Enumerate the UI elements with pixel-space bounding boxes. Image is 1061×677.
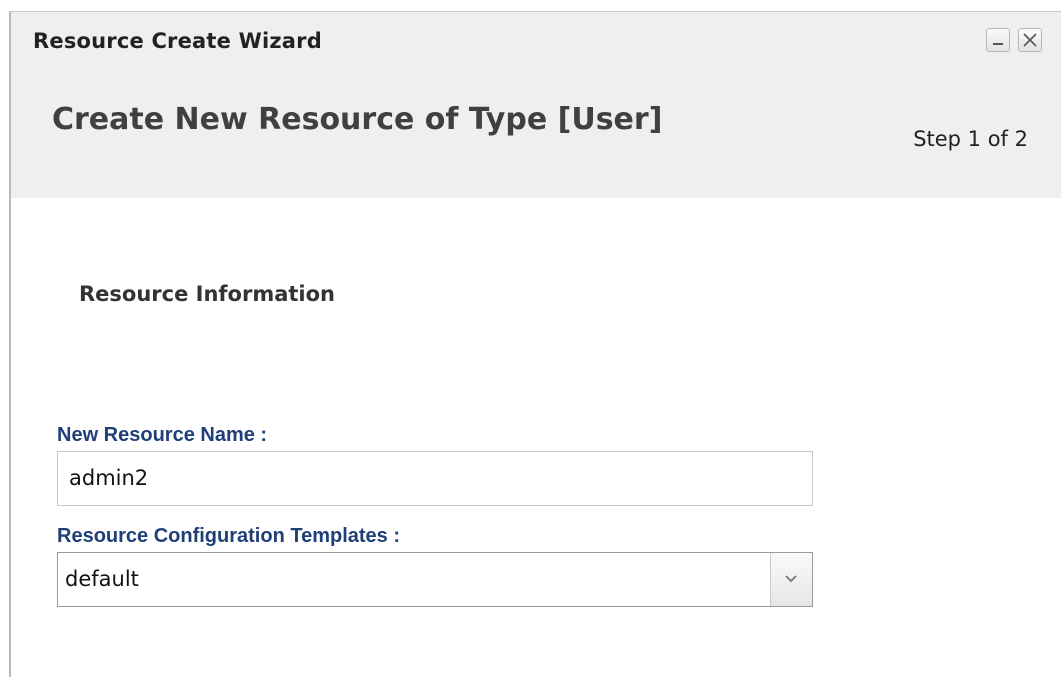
minimize-button[interactable] [986, 28, 1010, 52]
minimize-icon [993, 43, 1003, 45]
new-resource-name-label: New Resource Name : [57, 424, 268, 446]
close-icon [1023, 33, 1037, 47]
section-title: Resource Information [79, 282, 335, 306]
dropdown-toggle-button[interactable] [770, 553, 812, 606]
wizard-header: Create New Resource of Type [User] Step … [11, 67, 1061, 198]
dialog-titlebar[interactable]: Resource Create Wizard [11, 12, 1061, 67]
resource-configuration-templates-label: Resource Configuration Templates : [57, 525, 401, 547]
close-button[interactable] [1018, 28, 1042, 52]
dialog-title: Resource Create Wizard [33, 29, 322, 53]
resource-configuration-templates-select[interactable]: default [57, 552, 813, 607]
wizard-heading: Create New Resource of Type [User] [52, 102, 663, 137]
selected-template-value: default [65, 567, 139, 591]
chevron-down-icon [785, 575, 797, 583]
resource-create-wizard-dialog: Resource Create Wizard Create New Resour… [9, 11, 1061, 677]
new-resource-name-input[interactable]: admin2 [57, 451, 813, 506]
step-indicator: Step 1 of 2 [913, 127, 1028, 151]
